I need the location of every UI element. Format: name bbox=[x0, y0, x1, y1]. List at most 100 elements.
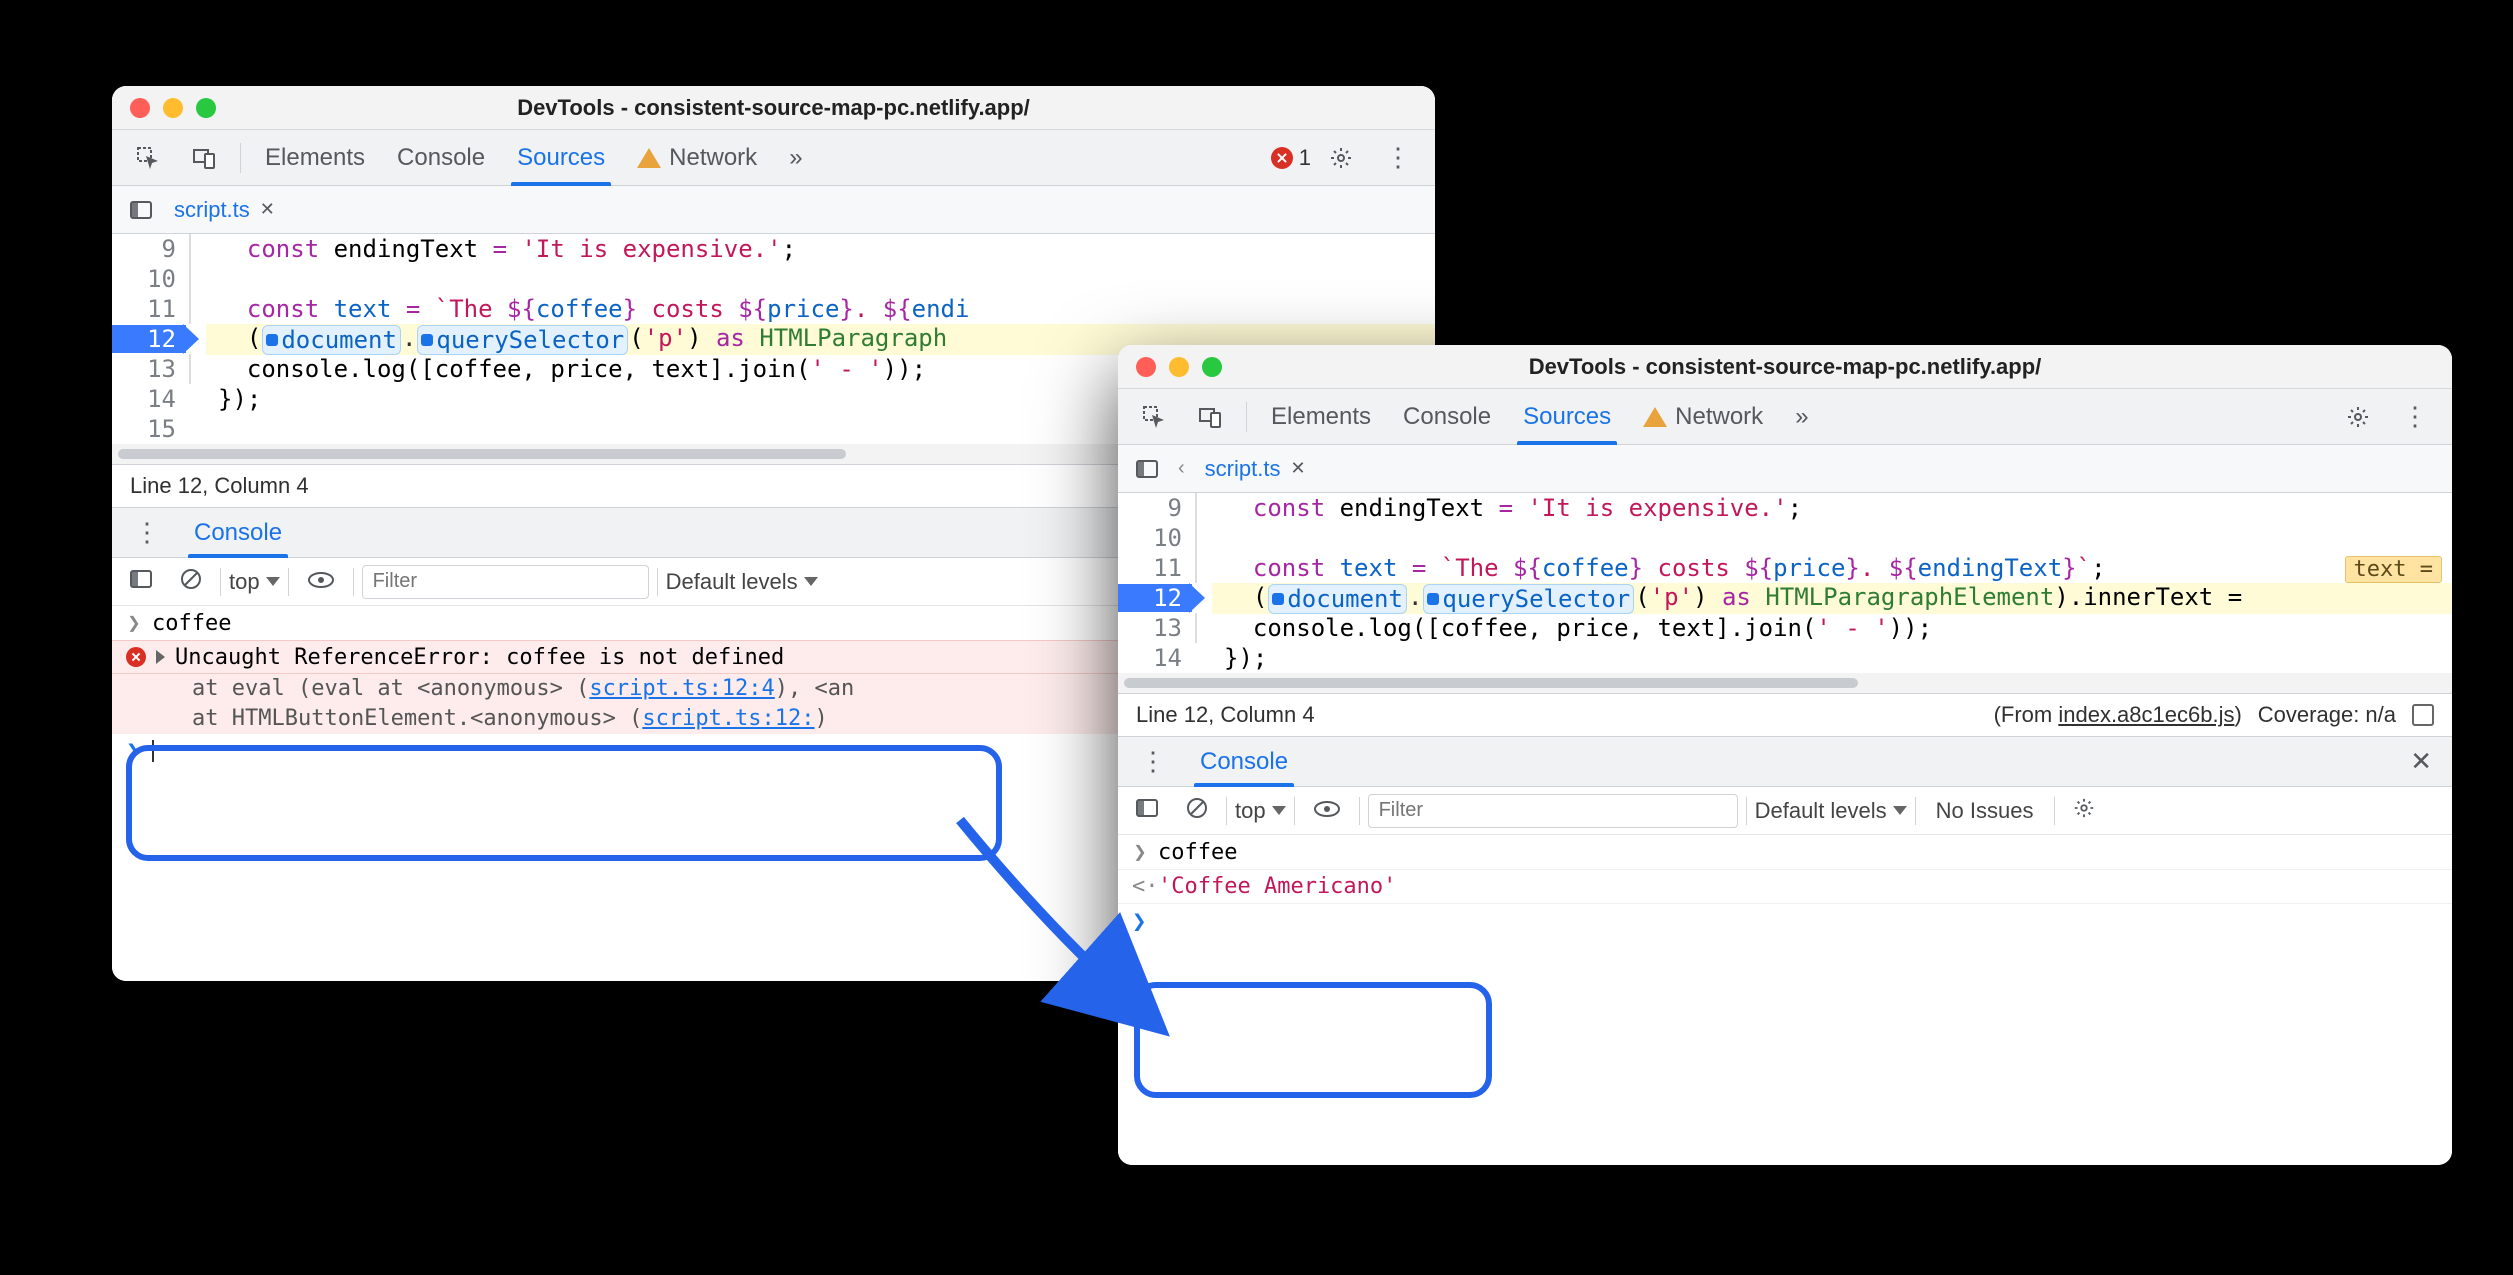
show-navigator-icon[interactable] bbox=[120, 199, 162, 221]
sourcemap-link[interactable]: index.a8c1ec6b.js bbox=[2058, 702, 2234, 727]
warning-icon bbox=[637, 148, 661, 168]
horizontal-scrollbar[interactable] bbox=[1118, 673, 2452, 693]
divider bbox=[353, 568, 354, 596]
context-selector[interactable]: top bbox=[1235, 798, 1286, 824]
stack-link[interactable]: script.ts:12: bbox=[642, 706, 814, 731]
inline-value-badge: text = bbox=[2345, 556, 2442, 583]
file-tab-label: script.ts bbox=[1205, 456, 1281, 482]
titlebar: DevTools - consistent-source-map-pc.netl… bbox=[1118, 345, 2452, 389]
coverage-icon[interactable] bbox=[2412, 704, 2434, 726]
levels-label: Default levels bbox=[666, 569, 798, 595]
stack-link[interactable]: script.ts:12:4 bbox=[589, 676, 774, 701]
line-number: 12 bbox=[112, 325, 186, 353]
expand-icon[interactable] bbox=[156, 650, 165, 664]
file-tab-bar: script.ts ✕ bbox=[112, 186, 1435, 234]
error-count: 1 bbox=[1299, 145, 1311, 171]
divider bbox=[220, 568, 221, 596]
coverage-label: Coverage: n/a bbox=[2258, 702, 2396, 728]
line-number: 11 bbox=[1118, 554, 1192, 582]
kebab-menu-icon[interactable]: ⋮ bbox=[1371, 130, 1425, 185]
tab-network[interactable]: Network bbox=[623, 130, 771, 185]
settings-icon[interactable] bbox=[1315, 130, 1367, 185]
main-toolbar: Elements Console Sources Network » 1 ⋮ bbox=[112, 130, 1435, 186]
tab-console[interactable]: Console bbox=[383, 130, 499, 185]
log-levels-selector[interactable]: Default levels bbox=[666, 569, 818, 595]
output-chevron-icon: <· bbox=[1132, 874, 1148, 899]
live-expression-icon[interactable] bbox=[297, 569, 345, 595]
drawer-tab-console[interactable]: Console bbox=[178, 508, 298, 557]
chevron-left-icon[interactable]: ‹ bbox=[1170, 457, 1193, 480]
titlebar: DevTools - consistent-source-map-pc.netl… bbox=[112, 86, 1435, 130]
settings-icon[interactable] bbox=[2332, 389, 2384, 444]
clear-console-icon[interactable] bbox=[1176, 797, 1218, 825]
device-toggle-icon[interactable] bbox=[1184, 389, 1236, 444]
dropdown-icon bbox=[1893, 806, 1907, 815]
close-file-icon[interactable]: ✕ bbox=[1290, 458, 1305, 479]
close-window-icon[interactable] bbox=[1136, 357, 1156, 377]
console-sidebar-icon[interactable] bbox=[1126, 797, 1168, 825]
file-tab-bar: ‹ script.ts ✕ bbox=[1118, 445, 2452, 493]
console-body[interactable]: ❯ coffee <· 'Coffee Americano' ❯ bbox=[1118, 835, 2452, 1165]
divider bbox=[1226, 797, 1227, 825]
console-input-value: coffee bbox=[1158, 840, 1237, 865]
tab-network-label: Network bbox=[1675, 403, 1763, 431]
line-number: 14 bbox=[1118, 644, 1192, 672]
clear-console-icon[interactable] bbox=[170, 568, 212, 596]
tab-console[interactable]: Console bbox=[1389, 389, 1505, 444]
traffic-lights bbox=[112, 98, 216, 118]
context-label: top bbox=[1235, 798, 1266, 824]
kebab-menu-icon[interactable]: ⋮ bbox=[2388, 389, 2442, 444]
tab-elements[interactable]: Elements bbox=[1257, 389, 1385, 444]
live-expression-icon[interactable] bbox=[1303, 798, 1351, 824]
close-window-icon[interactable] bbox=[130, 98, 150, 118]
line-number: 11 bbox=[112, 295, 186, 323]
file-tab-script[interactable]: script.ts ✕ bbox=[1195, 445, 1316, 492]
inspect-icon[interactable] bbox=[1128, 389, 1180, 444]
divider bbox=[2054, 797, 2055, 825]
console-settings-icon[interactable] bbox=[2063, 797, 2105, 825]
tab-network-label: Network bbox=[669, 144, 757, 172]
tab-network[interactable]: Network bbox=[1629, 389, 1777, 444]
zoom-window-icon[interactable] bbox=[1202, 357, 1222, 377]
console-input-row: ❯ coffee bbox=[1118, 835, 2452, 869]
filter-input[interactable] bbox=[1368, 794, 1738, 828]
show-navigator-icon[interactable] bbox=[1126, 458, 1168, 480]
line-number: 15 bbox=[112, 415, 186, 443]
divider bbox=[1746, 797, 1747, 825]
input-chevron-icon: ❯ bbox=[1132, 840, 1148, 865]
error-icon bbox=[126, 647, 146, 667]
drawer-tab-console[interactable]: Console bbox=[1184, 737, 1304, 786]
editor-status-bar: Line 12, Column 4 (From index.a8c1ec6b.j… bbox=[1118, 693, 2452, 737]
tab-sources[interactable]: Sources bbox=[1509, 389, 1625, 444]
line-number: 12 bbox=[1118, 584, 1192, 612]
window-title: DevTools - consistent-source-map-pc.netl… bbox=[112, 95, 1435, 121]
close-file-icon[interactable]: ✕ bbox=[260, 199, 275, 220]
more-tabs-icon[interactable]: » bbox=[1781, 389, 1822, 444]
code-editor[interactable]: 9 const endingText = 'It is expensive.';… bbox=[1118, 493, 2452, 693]
context-selector[interactable]: top bbox=[229, 569, 280, 595]
drawer-kebab-icon[interactable]: ⋮ bbox=[1126, 737, 1180, 786]
console-prompt-row[interactable]: ❯ bbox=[1118, 903, 2452, 937]
line-number: 10 bbox=[1118, 524, 1192, 552]
line-number: 14 bbox=[112, 385, 186, 413]
object-pill: document bbox=[262, 325, 401, 355]
divider bbox=[1915, 797, 1916, 825]
error-badge[interactable]: 1 bbox=[1271, 145, 1311, 171]
tab-elements[interactable]: Elements bbox=[251, 130, 379, 185]
drawer-kebab-icon[interactable]: ⋮ bbox=[120, 508, 174, 557]
console-sidebar-icon[interactable] bbox=[120, 568, 162, 596]
filter-input[interactable] bbox=[362, 565, 649, 599]
line-number: 10 bbox=[112, 265, 186, 293]
inspect-icon[interactable] bbox=[122, 130, 174, 185]
tab-sources[interactable]: Sources bbox=[503, 130, 619, 185]
minimize-window-icon[interactable] bbox=[1169, 357, 1189, 377]
zoom-window-icon[interactable] bbox=[196, 98, 216, 118]
minimize-window-icon[interactable] bbox=[163, 98, 183, 118]
issues-label[interactable]: No Issues bbox=[1924, 798, 2046, 824]
more-tabs-icon[interactable]: » bbox=[775, 130, 816, 185]
object-pill: document bbox=[1268, 584, 1407, 614]
device-toggle-icon[interactable] bbox=[178, 130, 230, 185]
log-levels-selector[interactable]: Default levels bbox=[1755, 798, 1907, 824]
drawer-close-icon[interactable]: ✕ bbox=[2398, 746, 2444, 777]
file-tab-script[interactable]: script.ts ✕ bbox=[164, 186, 285, 233]
